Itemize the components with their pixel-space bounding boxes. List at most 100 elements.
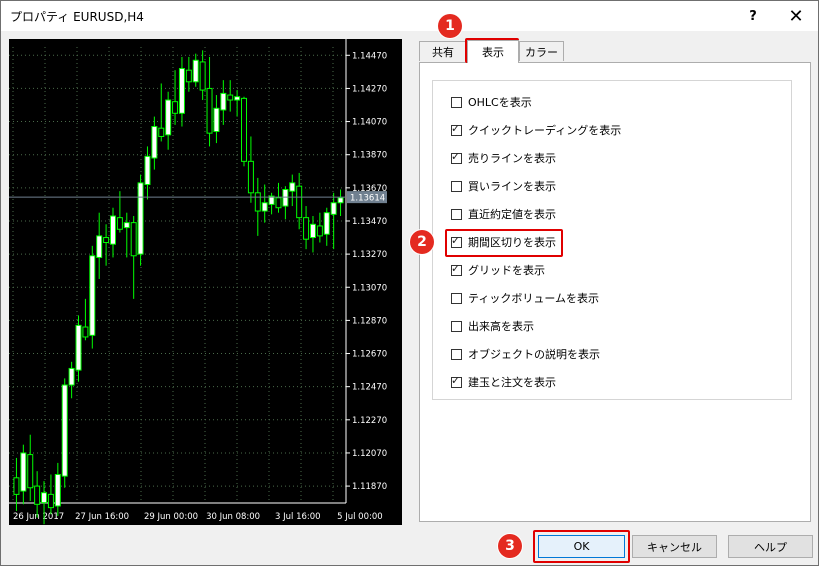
check-icon: ✓ (451, 373, 461, 387)
ok-button[interactable]: OK (538, 535, 625, 558)
candle-body (96, 235, 103, 258)
y-tick-label: 1.14270 (352, 84, 387, 94)
candle-body (178, 68, 185, 114)
tick-volume-checkbox[interactable] (451, 292, 462, 304)
candle-body (27, 454, 34, 489)
candle-body (323, 212, 330, 235)
properties-dialog: プロパティ EURUSD,H4 ? ✕ 1.14470 1.14270 1.1407… (0, 0, 819, 566)
check-icon: ✓ (451, 121, 461, 135)
chart-preview: 1.14470 1.14270 1.14070 1.13870 1.13670 1.134… (9, 39, 402, 525)
candle-body (261, 202, 268, 212)
candle-body (282, 188, 289, 207)
option-quick-trading[interactable]: ✓ クイックトレーディングを表示 (451, 122, 621, 138)
display-tab-panel: OHLCを表示 ✓ クイックトレーディングを表示 ✓ 売りラインを表示 買いライ… (419, 62, 811, 522)
candle-body (137, 182, 144, 255)
option-label: 期間区切りを表示 (468, 236, 556, 249)
option-label: グリッドを表示 (468, 264, 545, 277)
option-bid-line[interactable]: ✓ 売りラインを表示 (451, 150, 556, 166)
candle-body (20, 452, 27, 492)
x-tick-label: 5 Jul 00:00 (337, 512, 383, 522)
close-button[interactable]: ✕ (776, 1, 816, 31)
option-grid[interactable]: ✓ グリッドを表示 (451, 262, 545, 278)
candle-body (185, 69, 192, 83)
option-label: 直近約定値を表示 (468, 208, 556, 221)
y-tick-label: 1.12870 (352, 316, 387, 326)
option-trade-levels[interactable]: ✓ 建玉と注文を表示 (451, 374, 556, 390)
y-tick-label: 1.13870 (352, 151, 387, 161)
bid-line-checkbox[interactable]: ✓ (451, 149, 462, 164)
option-label: 出来高を表示 (468, 320, 534, 333)
trade-levels-checkbox[interactable]: ✓ (451, 373, 462, 388)
ask-line-checkbox[interactable] (451, 180, 462, 192)
x-tick-label: 30 Jun 08:00 (206, 512, 260, 522)
candle-body (254, 192, 261, 212)
option-ask-line[interactable]: 買いラインを表示 (451, 178, 556, 194)
option-label: クイックトレーディングを表示 (468, 124, 622, 137)
y-tick-label: 1.14070 (352, 118, 387, 128)
candle-body (247, 160, 254, 194)
candle-body (75, 324, 82, 371)
option-volume[interactable]: 出来高を表示 (451, 318, 534, 334)
option-label: 建玉と注文を表示 (468, 376, 556, 389)
object-descriptions-checkbox[interactable] (451, 348, 462, 360)
step-badge-1: 1 (438, 14, 462, 38)
candle-body (275, 197, 282, 209)
candle-body (151, 126, 158, 159)
step-badge-2: 2 (410, 230, 434, 254)
option-period-separators[interactable]: ✓ 期間区切りを表示 (451, 234, 556, 250)
x-tick-label: 29 Jun 00:00 (144, 512, 198, 522)
candle-body (61, 384, 68, 477)
candle-body (89, 255, 96, 336)
volume-checkbox[interactable] (451, 320, 462, 332)
candle-body (241, 97, 248, 162)
y-tick-label: 1.12270 (352, 416, 387, 426)
x-tick-label: 26 Jun 2017 (13, 512, 64, 522)
option-label: ティックボリュームを表示 (468, 292, 600, 305)
candle-body (309, 223, 316, 239)
candle-body (192, 59, 199, 83)
option-object-descriptions[interactable]: オブジェクトの説明を表示 (451, 346, 600, 362)
title-bar: プロパティ EURUSD,H4 ? ✕ (1, 1, 818, 31)
bid-price-label: 1.13614 (350, 194, 385, 204)
candle-body (130, 222, 137, 257)
y-tick-label: 1.11870 (352, 482, 387, 492)
y-tick-label: 1.12470 (352, 383, 387, 393)
candle-body (158, 127, 165, 137)
tab-color[interactable]: カラー (519, 41, 564, 61)
option-ohlc[interactable]: OHLCを表示 (451, 94, 532, 110)
quick-trading-checkbox[interactable]: ✓ (451, 121, 462, 136)
candle-body (68, 367, 75, 386)
options-group: OHLCを表示 ✓ クイックトレーディングを表示 ✓ 売りラインを表示 買いライ… (432, 80, 792, 400)
period-separators-checkbox[interactable]: ✓ (451, 233, 462, 248)
tab-display[interactable]: 表示 (467, 40, 519, 63)
candle-body (144, 155, 151, 186)
candle-body (316, 225, 323, 237)
candle-body (165, 99, 172, 136)
x-tick-label: 27 Jun 16:00 (75, 512, 129, 522)
candle-body (220, 92, 227, 111)
grid-checkbox[interactable]: ✓ (451, 262, 462, 276)
check-icon: ✓ (451, 233, 461, 247)
tab-common[interactable]: 共有 (419, 41, 467, 61)
candle-body (41, 492, 48, 504)
candle-body (296, 185, 303, 219)
candlestick-chart: 1.144701.142701.140701.138701.136701.134… (9, 39, 387, 525)
help-title-button[interactable]: ? (733, 1, 773, 31)
option-label: 売りラインを表示 (468, 152, 556, 165)
help-button[interactable]: ヘルプ (728, 535, 813, 558)
option-tick-volume[interactable]: ティックボリュームを表示 (451, 290, 599, 306)
y-tick-label: 1.13270 (352, 250, 387, 260)
candle-body (13, 477, 20, 495)
ohlc-checkbox[interactable] (451, 96, 462, 108)
last-price-checkbox[interactable] (451, 208, 462, 220)
candle-body (199, 61, 206, 91)
check-icon: ✓ (451, 149, 461, 163)
option-label: 買いラインを表示 (468, 180, 556, 193)
y-tick-label: 1.13070 (352, 283, 387, 293)
x-tick-label: 3 Jul 16:00 (275, 512, 321, 522)
y-tick-label: 1.13470 (352, 217, 387, 227)
cancel-button[interactable]: キャンセル (632, 535, 717, 558)
option-last-price[interactable]: 直近約定値を表示 (451, 206, 556, 222)
option-label: オブジェクトの説明を表示 (468, 348, 600, 361)
window-title: プロパティ EURUSD,H4 (10, 10, 144, 24)
